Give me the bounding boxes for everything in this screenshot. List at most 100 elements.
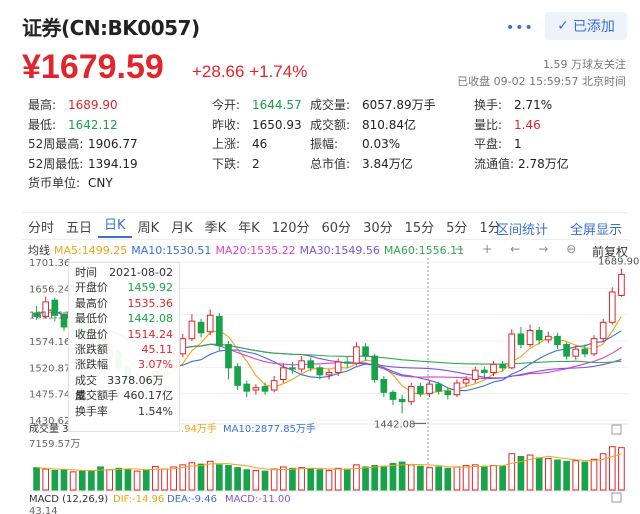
- tooltip-label: 收盘价: [75, 327, 108, 341]
- candle-body: [407, 386, 415, 403]
- candle-body: [270, 380, 278, 391]
- tooltip-label: 换手率: [75, 404, 108, 418]
- volume-bar: [453, 466, 461, 491]
- tooltip-label: 成交额: [75, 389, 108, 403]
- price-axis-label: 1475.74: [29, 390, 70, 401]
- volume-bar: [307, 468, 315, 491]
- tooltip-label: 成交量: [75, 373, 97, 403]
- candle-body: [599, 321, 607, 340]
- candle-body: [252, 387, 260, 391]
- candle-body: [343, 361, 351, 364]
- price-axis-label: 1701.36: [29, 258, 70, 269]
- volume-bar: [206, 460, 214, 491]
- candle-body: [225, 343, 232, 369]
- price-axis-label: 1656.24: [29, 284, 70, 295]
- candle-body: [563, 343, 570, 357]
- tooltip-value: 3.07%: [138, 358, 173, 372]
- candle-body: [554, 335, 561, 345]
- tooltip-row: 最低价 1442.08: [75, 311, 173, 326]
- price-axis-label: 1520.87: [29, 363, 70, 374]
- volume-bar: [60, 469, 68, 491]
- macd-dea: DEA:-9.46: [167, 494, 217, 505]
- volume-bar: [216, 464, 223, 491]
- volume-bar: [325, 469, 333, 491]
- candle-body: [316, 367, 324, 376]
- volume-bar: [426, 467, 433, 491]
- volume-bar: [398, 461, 406, 491]
- candle-body: [608, 291, 616, 323]
- candle-body: [206, 314, 214, 333]
- volume-bar: [334, 467, 342, 491]
- volume-bar: [51, 469, 59, 491]
- candle-body: [371, 355, 379, 381]
- candle-body: [526, 329, 534, 345]
- tooltip-label: 最低价: [75, 312, 108, 326]
- candle-body: [490, 363, 497, 374]
- candle-body: [216, 315, 223, 347]
- volume-bar: [343, 468, 351, 491]
- volume-bar: [88, 469, 95, 491]
- candle-body: [243, 383, 251, 392]
- candle-body: [179, 338, 187, 355]
- volume-bar: [362, 466, 369, 491]
- volume-bar: [563, 460, 570, 491]
- volume-axis-label: 7159.57万: [29, 439, 80, 450]
- tooltip-row: 涨跌幅 3.07%: [75, 357, 173, 372]
- expand-icon: [611, 424, 622, 435]
- candle-tooltip: 时间 2021-08-02 开盘价 1459.92 最高价 1535.36 最低价 1442.…: [68, 262, 180, 432]
- volume-bar: [471, 464, 479, 491]
- candle-body: [197, 321, 205, 334]
- volume-bar: [243, 469, 251, 491]
- tooltip-value: 1535.36: [127, 296, 174, 310]
- candle-body: [508, 333, 516, 369]
- candle-body: [380, 379, 388, 393]
- candle-body: [389, 391, 397, 400]
- volume-bar: [197, 463, 205, 491]
- volume-bar: [161, 468, 168, 491]
- volume-bar: [554, 459, 561, 491]
- candle-body: [234, 366, 241, 386]
- volume-bar: [106, 469, 114, 491]
- candle-body: [334, 361, 342, 374]
- volume-label: 成交量 3: [29, 422, 69, 435]
- volume-ma-line: [36, 453, 622, 472]
- volume-bar: [316, 469, 324, 491]
- tooltip-row: 成交额 460.17亿: [75, 388, 173, 403]
- tooltip-label: 开盘价: [75, 281, 108, 295]
- volume-bar: [407, 464, 415, 491]
- volume-bar: [225, 465, 232, 491]
- volume-bar: [179, 464, 187, 491]
- candle-body: [289, 367, 296, 370]
- low-annotation: 1442.08: [374, 419, 415, 430]
- volume-bar: [462, 465, 470, 491]
- macd-label: MACD (12,26,9): [29, 494, 108, 505]
- volume-bar: [152, 465, 159, 491]
- volume-bar: [608, 446, 616, 491]
- price-axis-label: 1611.11: [29, 311, 70, 322]
- candle-body: [517, 333, 525, 345]
- tooltip-row: 开盘价 1459.92: [75, 280, 173, 295]
- candle-body: [462, 379, 470, 384]
- volume-bar: [115, 467, 123, 491]
- tooltip-row: 时间 2021-08-02: [75, 265, 173, 280]
- candle-body: [535, 329, 543, 341]
- volume-bar: [590, 458, 598, 491]
- volume-ma10: MA10:2877.85万手: [223, 422, 316, 435]
- macd-dif: DIF:-14.96: [113, 494, 164, 505]
- volume-bar: [142, 469, 150, 491]
- candle-body: [499, 363, 506, 369]
- high-annotation: 1689.90: [598, 257, 639, 268]
- candle-body: [307, 360, 315, 369]
- volume-bar: [417, 465, 424, 491]
- volume-bar: [133, 470, 141, 491]
- tooltip-value: 1442.08: [127, 312, 174, 326]
- candle-body: [544, 335, 552, 341]
- candle-body: [453, 382, 461, 396]
- volume-bar: [69, 471, 77, 491]
- volume-bar: [490, 465, 497, 491]
- kline-chart[interactable]: 1701.36 1656.24 1611.11 1574.16 1520.87 1475.…: [0, 0, 640, 514]
- candle-body: [261, 386, 269, 392]
- volume-bar: [270, 468, 278, 491]
- candle-body: [444, 390, 452, 396]
- volume-bar: [42, 468, 50, 491]
